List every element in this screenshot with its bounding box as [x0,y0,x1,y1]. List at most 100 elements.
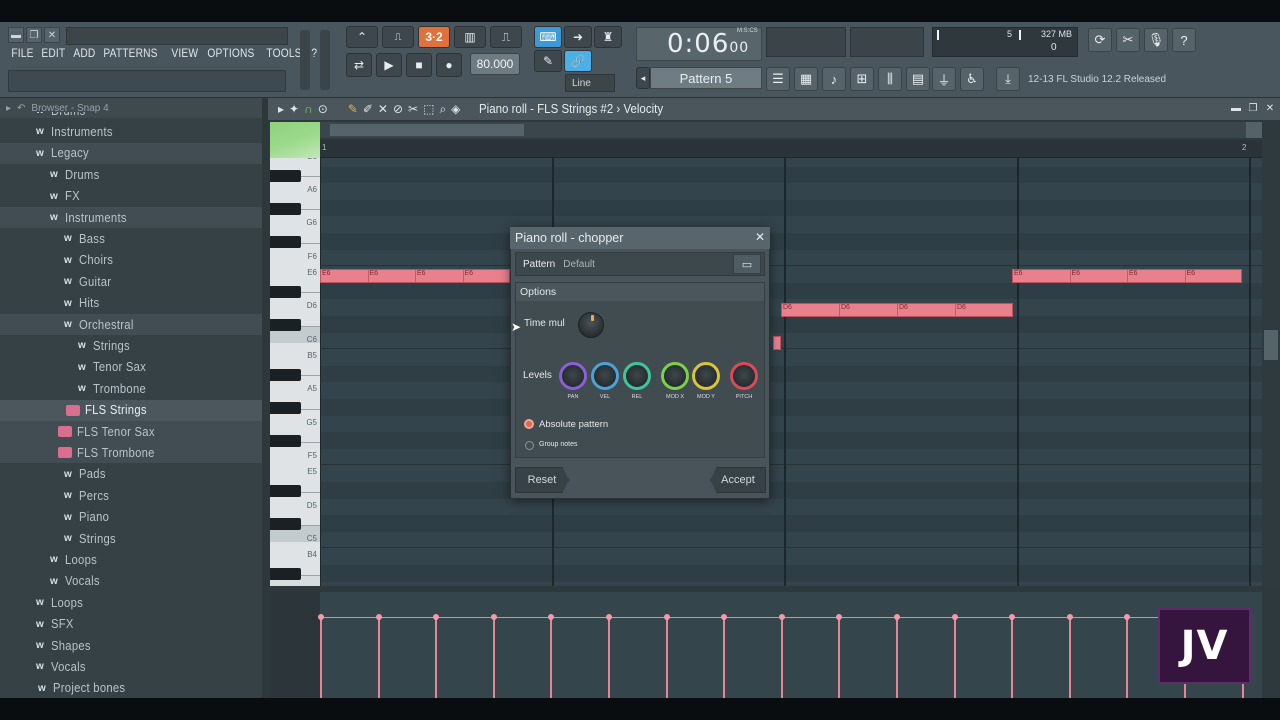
browser-item[interactable]: w Strings [0,335,262,356]
browser-item[interactable]: w Strings [0,528,262,549]
velocity-handle[interactable] [548,614,555,620]
black-key[interactable] [270,285,301,298]
pr-maximize-icon[interactable]: ❐ [1247,102,1259,114]
master-volume-slider[interactable] [300,30,310,90]
browser-item[interactable]: w Trombone [0,378,262,399]
news-ticker[interactable]: 12-13 FL Studio 12.2 Released [1028,67,1180,91]
menu-tools[interactable]: TOOLS [263,46,305,64]
recording-filter-button[interactable]: ♜ [594,26,622,48]
timeline-ruler[interactable]: 1 2 [320,140,1262,158]
pr-magnet-icon[interactable]: ∩ [304,102,313,116]
menu-patterns[interactable]: PATTERNS [100,46,161,64]
step-forward-button[interactable]: ➜ [564,26,592,48]
browser-item[interactable]: w Choirs [0,250,262,271]
level-knob-mod-x[interactable] [661,362,689,390]
horizontal-scrollbar[interactable] [320,122,1262,138]
browser-item[interactable]: w Vocals [0,571,262,592]
note[interactable] [773,336,781,350]
pr-close-icon[interactable]: ✕ [1264,102,1276,114]
browser-item[interactable]: w Bass [0,228,262,249]
black-key[interactable] [270,402,301,414]
menu-options[interactable]: OPTIONS [204,46,258,64]
typing-keyboard-button[interactable]: ⌨ [534,26,562,48]
plugin-icon[interactable]: ⏚ [932,67,956,91]
velocity-bar[interactable] [780,618,783,698]
black-key[interactable] [270,319,301,331]
black-key[interactable] [270,202,301,215]
browser-item[interactable]: FLS Strings [0,399,262,421]
velocity-bar[interactable] [377,618,380,698]
browser-item[interactable]: w Piano [0,507,262,528]
browser-item[interactable]: w Project bones [0,678,262,698]
level-knob-mod-y[interactable] [692,362,720,390]
browser-item[interactable]: FLS Tenor Sax [0,421,262,442]
note-grid[interactable]: E6 E6 E6 E6 E6 E6 E6 E6 D6 D6 D6 D6 [320,158,1262,586]
velocity-bar[interactable] [492,618,495,698]
channel-rack-icon[interactable]: ▤ [906,67,930,91]
pattern-row[interactable]: Pattern Default [515,252,765,276]
step-sequencer-icon[interactable]: ▦ [794,67,818,91]
vscroll-thumb[interactable] [1264,330,1278,360]
browser-item[interactable]: w Loops [0,592,262,613]
black-key[interactable] [270,368,301,381]
velocity-bar[interactable] [838,618,841,698]
velocity-handle[interactable] [490,614,497,620]
velocity-bar[interactable] [953,618,956,698]
options-header[interactable]: Options [516,283,764,301]
black-key[interactable] [270,435,301,448]
velocity-handle[interactable] [1066,614,1073,620]
pr-arrow-icon[interactable]: ▸ [278,102,284,116]
pr-zoom-icon[interactable]: ⌕ [439,102,446,117]
tempo-tapper-icon[interactable]: ♿ [960,67,984,91]
level-knob-rel[interactable] [623,362,651,390]
refresh-icon[interactable]: ⟳ [1088,28,1112,52]
velocity-bar[interactable] [665,618,668,698]
menu-icon[interactable]: ▬ [8,27,24,43]
level-knob-vel[interactable] [591,362,619,390]
black-key[interactable] [270,518,301,531]
pr-pencil-icon[interactable]: ✎ [348,102,358,116]
countdown-button[interactable]: 3·2 [418,26,450,48]
link-icon[interactable]: 🔗 [564,50,592,72]
velocity-handle[interactable] [318,614,324,620]
mixer-icon[interactable]: ⫼ [878,67,902,91]
restore-icon[interactable]: ❐ [26,27,42,43]
browser-item[interactable]: w Tenor Sax [0,357,262,378]
browser-item[interactable]: w Orchestral [0,314,262,335]
absolute-pattern-radio[interactable] [524,419,534,429]
time-mul-knob[interactable] [578,312,604,338]
velocity-handle[interactable] [663,614,670,620]
browser-item[interactable]: w Guitar [0,271,262,292]
browser-icon[interactable]: ⊞ [850,67,874,91]
velocity-bar[interactable] [320,618,322,698]
accept-button[interactable]: Accept [710,467,766,493]
microphone-icon[interactable]: 🎙 [1144,28,1168,52]
browser-item[interactable]: w Drums [0,112,262,121]
velocity-bar[interactable] [1068,618,1071,698]
playlist-icon[interactable]: ☰ [766,67,790,91]
browser-item[interactable]: w Legacy [0,142,262,164]
vertical-scrollbar[interactable] [1262,140,1280,586]
scroll-thumb[interactable] [330,124,524,136]
velocity-lane[interactable] [318,592,1262,698]
piano-keyboard[interactable]: B6A6G6F6E6D6C6B5A5G5F5E5D5C5B4 [270,158,320,586]
browser-item[interactable]: w Instruments [0,121,262,142]
velocity-handle[interactable] [1124,614,1131,620]
pencil-icon[interactable]: ✎ [534,50,562,72]
black-key[interactable] [270,236,301,248]
zoom-handle[interactable] [1246,122,1262,138]
pattern-value[interactable]: Default [563,259,595,270]
record-icon[interactable]: ● [436,53,462,77]
velocity-bar[interactable] [1011,618,1014,698]
browser-item[interactable]: w Loops [0,549,262,570]
step-edit-button[interactable]: ▥ [454,26,486,48]
pattern-song-toggle[interactable]: ⇄ [346,53,372,77]
browser-item[interactable]: w Hits [0,293,262,314]
level-knob-pitch[interactable] [730,362,758,390]
group-notes-radio[interactable] [525,441,534,450]
browser-item[interactable]: w Vocals [0,656,262,677]
pr-mute-icon[interactable]: ⊘ [393,102,403,116]
velocity-bar[interactable] [435,618,438,698]
velocity-handle[interactable] [721,614,728,620]
velocity-handle[interactable] [375,614,382,620]
